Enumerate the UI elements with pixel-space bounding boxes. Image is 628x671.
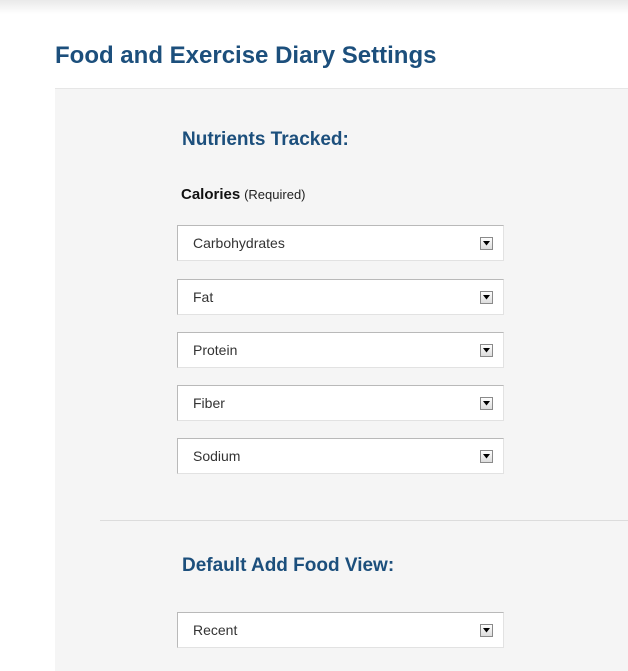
chevron-down-icon[interactable] — [480, 344, 493, 357]
nutrient-select-4-value: Fiber — [193, 395, 225, 411]
settings-panel: Nutrients Tracked: Calories (Required) C… — [55, 88, 628, 671]
chevron-down-icon[interactable] — [480, 291, 493, 304]
page-title: Food and Exercise Diary Settings — [55, 42, 437, 69]
default-food-view-value: Recent — [193, 622, 238, 638]
chevron-down-icon[interactable] — [480, 450, 493, 463]
default-food-view-select[interactable]: Recent — [177, 612, 504, 648]
nutrient-select-1[interactable]: Carbohydrates — [177, 225, 504, 261]
nutrient-select-2-value: Fat — [193, 289, 214, 305]
chevron-down-icon[interactable] — [480, 624, 493, 637]
default-food-view-heading: Default Add Food View: — [182, 555, 395, 576]
nutrient-select-5-value: Sodium — [193, 448, 241, 464]
nutrient-select-2[interactable]: Fat — [177, 279, 504, 315]
section-divider — [100, 520, 628, 521]
calories-label: Calories — [181, 186, 241, 203]
calories-required-note: (Required) — [244, 187, 306, 202]
nutrients-heading: Nutrients Tracked: — [182, 129, 349, 150]
nutrient-select-1-value: Carbohydrates — [193, 235, 285, 251]
chevron-down-icon[interactable] — [480, 237, 493, 250]
nutrient-select-5[interactable]: Sodium — [177, 438, 504, 474]
nutrient-select-3-value: Protein — [193, 342, 238, 358]
nutrient-select-3[interactable]: Protein — [177, 332, 504, 368]
chevron-down-icon[interactable] — [480, 397, 493, 410]
calories-label-row: Calories (Required) — [181, 186, 306, 203]
nutrient-select-4[interactable]: Fiber — [177, 385, 504, 421]
top-shadow — [0, 0, 628, 14]
